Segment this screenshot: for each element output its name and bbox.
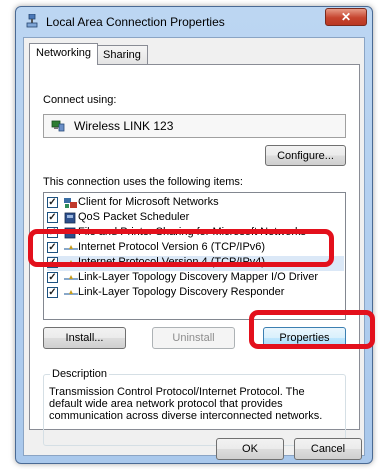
install-button[interactable]: Install... [43,327,126,349]
close-icon: ✕ [340,10,352,24]
networking-panel: Connect using: Wireless LINK 123 Configu… [29,64,360,446]
list-item[interactable]: ✓ Link-Layer Topology Discovery Mapper I… [47,271,344,286]
checkbox[interactable]: ✓ [47,212,58,223]
adapter-field: Wireless LINK 123 [43,114,346,138]
list-item[interactable]: ✓ Internet Protocol Version 6 (TCP/IPv6) [47,241,344,256]
checkbox[interactable]: ✓ [47,287,58,298]
configure-button-label: Configure... [277,149,334,162]
protocol-icon [64,245,78,250]
client-icon [64,198,77,208]
uninstall-button-label: Uninstall [172,332,215,344]
description-text: Transmission Control Protocol/Internet P… [49,386,323,422]
connect-using-label: Connect using: [43,94,117,106]
adapter-name: Wireless LINK 123 [74,119,174,133]
configure-button[interactable]: Configure... [265,145,346,166]
item-label: Link-Layer Topology Discovery Responder [78,286,285,298]
list-item[interactable]: ✓ File and Printer Sharing for Microsoft… [47,226,344,241]
list-item[interactable]: ✓ QoS Packet Scheduler [47,211,344,226]
dialog-client-area: Networking Sharing Connect using: Wirele… [23,37,365,460]
title-bar[interactable]: Local Area Connection Properties ✕ [16,7,372,35]
item-label: Internet Protocol Version 6 (TCP/IPv6) [78,241,266,253]
items-section-label: This connection uses the following items… [43,176,243,188]
network-connection-icon [26,14,38,28]
checkbox[interactable]: ✓ [47,197,58,208]
ok-button-label: OK [242,443,258,455]
cancel-button[interactable]: Cancel [294,438,362,460]
item-label: Client for Microsoft Networks [78,196,219,208]
list-item-selected[interactable]: ✓ Internet Protocol Version 4 (TCP/IPv4) [47,256,344,271]
item-label: Link-Layer Topology Discovery Mapper I/O… [78,271,319,283]
install-button-label: Install... [65,332,104,344]
checkbox[interactable]: ✓ [47,227,58,238]
cancel-button-label: Cancel [310,443,346,455]
item-label: File and Printer Sharing for Microsoft N… [78,226,307,238]
list-item[interactable]: ✓ Link-Layer Topology Discovery Responde… [47,286,344,301]
tab-networking[interactable]: Networking [29,43,99,65]
ok-button[interactable]: OK [216,438,284,460]
tab-sharing[interactable]: Sharing [96,45,148,65]
list-item[interactable]: ✓ Client for Microsoft Networks [47,196,344,211]
service-icon [64,212,76,224]
properties-button-label: Properties [279,332,330,344]
dialog-title: Local Area Connection Properties [46,15,225,29]
properties-dialog: Local Area Connection Properties ✕ Netwo… [15,6,373,464]
checkbox[interactable]: ✓ [47,242,58,253]
items-list[interactable]: ✓ Client for Microsoft Networks ✓ QoS Pa… [43,192,346,320]
network-adapter-icon [51,120,65,132]
description-title: Description [50,368,110,380]
protocol-icon [64,275,78,280]
properties-button[interactable]: Properties [263,327,346,349]
uninstall-button[interactable]: Uninstall [152,327,235,349]
item-label: QoS Packet Scheduler [78,211,190,223]
service-icon [64,227,76,239]
description-group: Description Transmission Control Protoco… [43,368,346,446]
protocol-icon [64,290,78,295]
close-button[interactable]: ✕ [325,8,367,26]
checkbox[interactable]: ✓ [47,272,58,283]
checkbox[interactable]: ✓ [47,257,58,268]
protocol-icon [64,260,78,265]
item-label: Internet Protocol Version 4 (TCP/IPv4) [78,256,266,268]
